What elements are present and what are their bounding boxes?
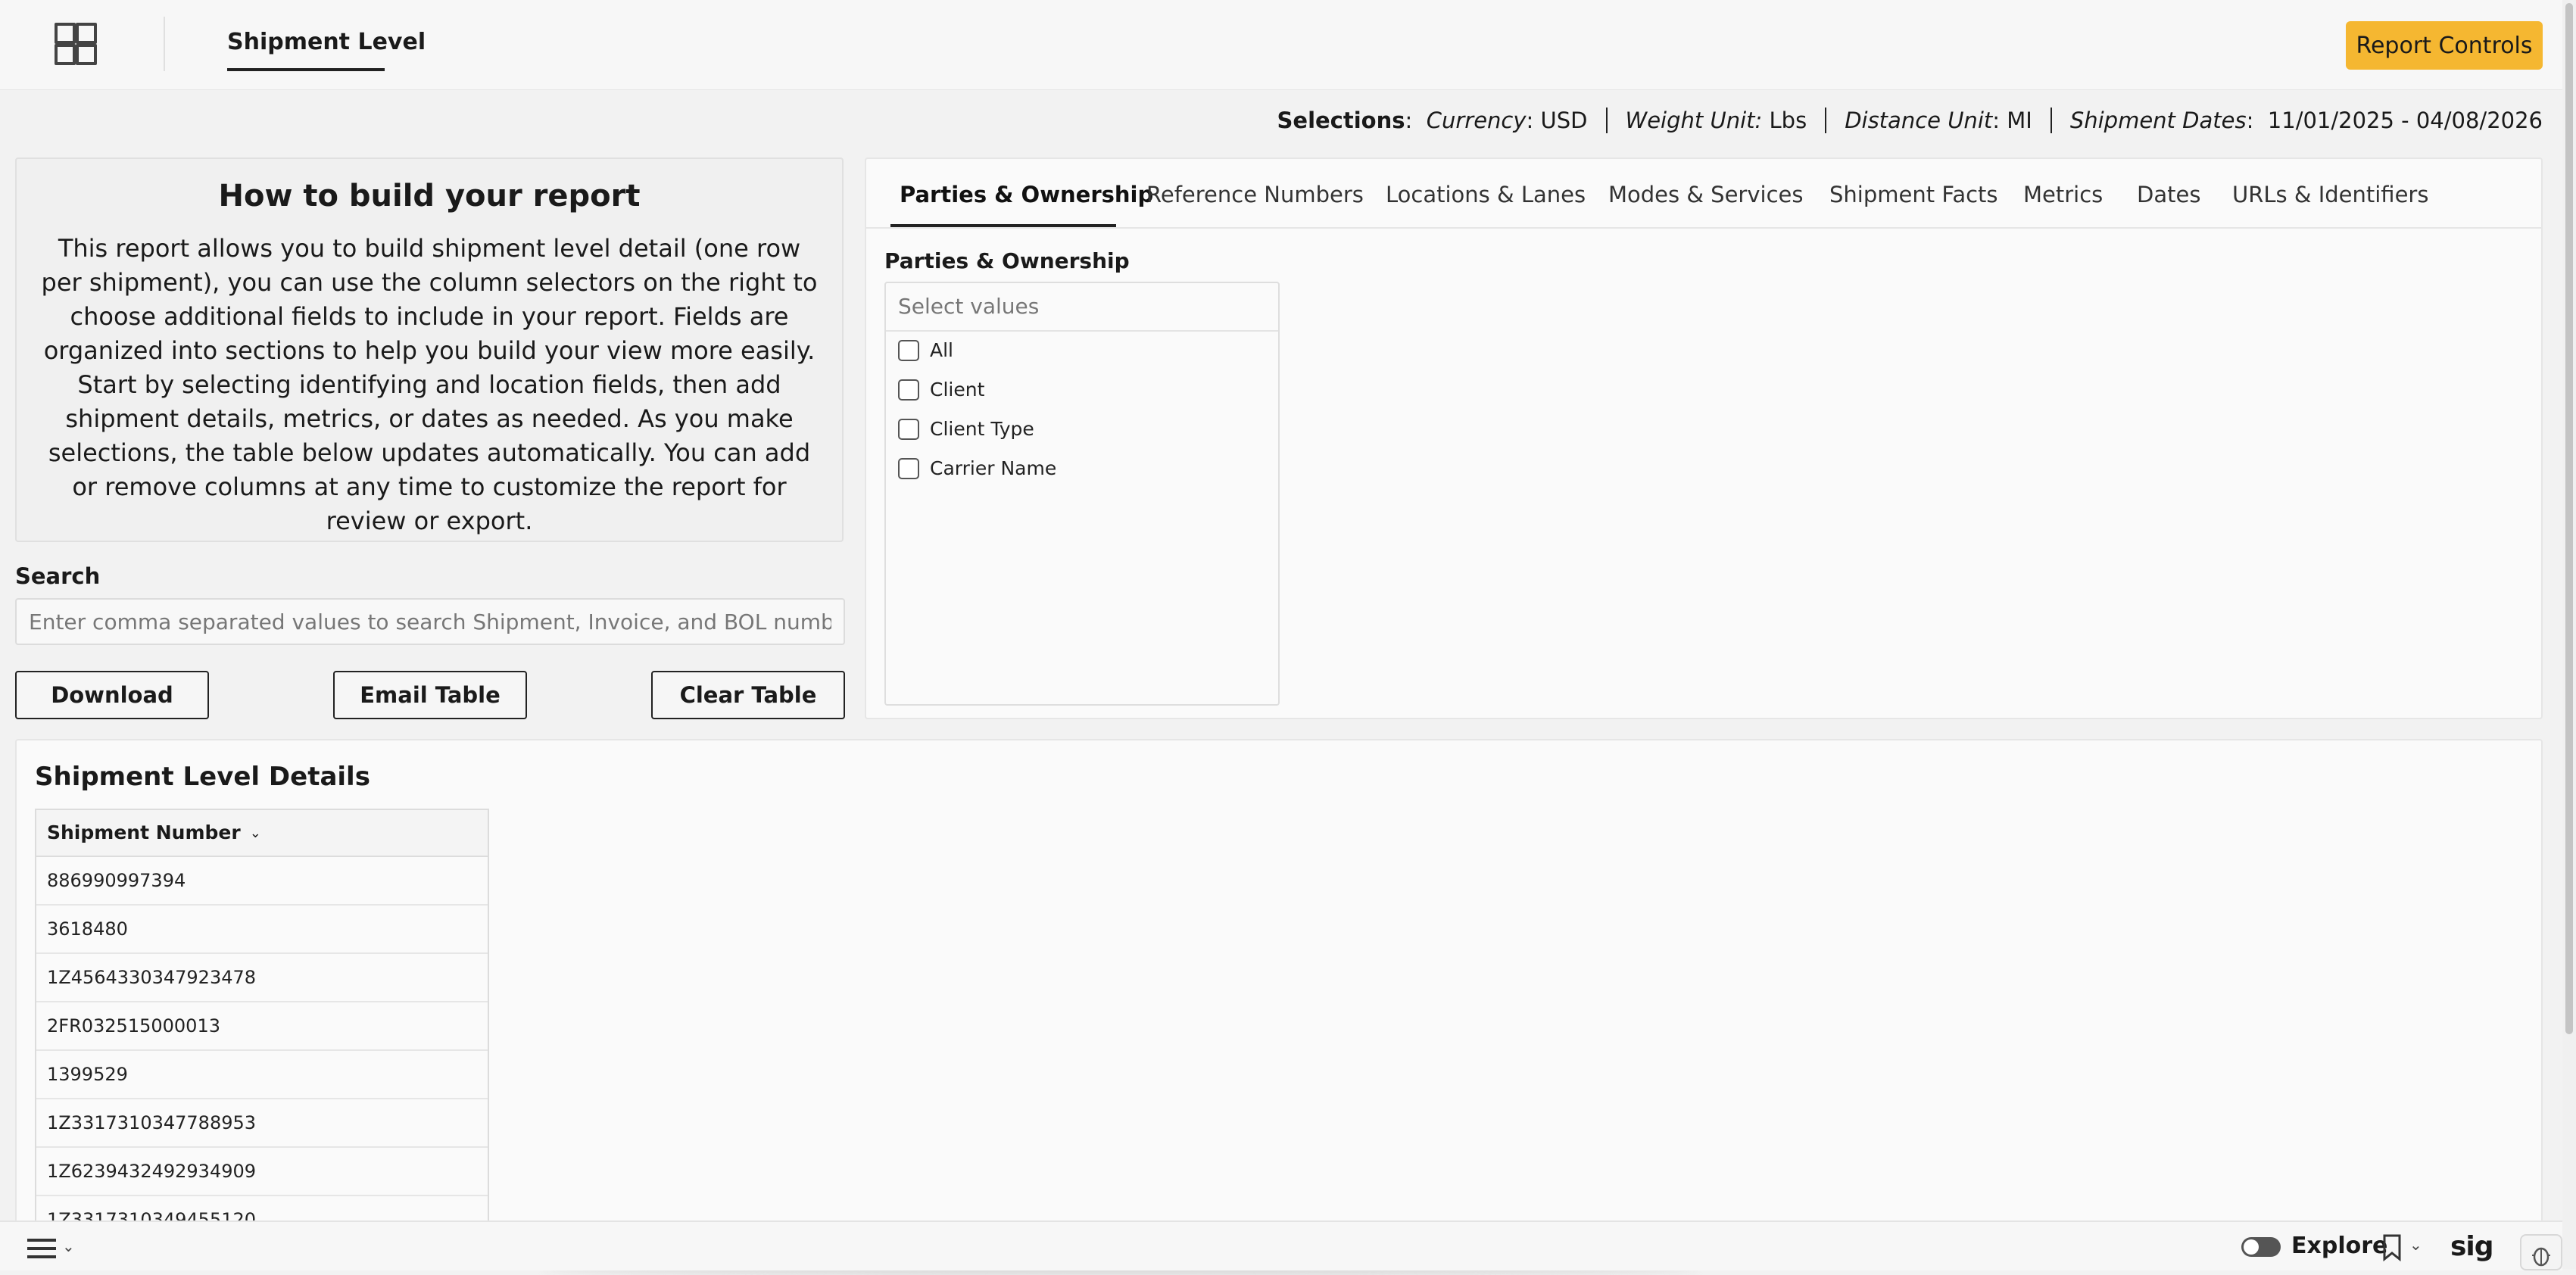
download-button[interactable]: Download [15,671,209,719]
option-all[interactable]: All [898,339,953,361]
table-row[interactable]: 1Z3317310347788953 [36,1099,488,1148]
option-label: Client Type [930,418,1034,440]
bottom-toolbar: ⌄ Explore ⌄ sig [0,1220,2562,1270]
section-title: Parties & Ownership [884,248,1130,273]
option-client-type[interactable]: Client Type [898,418,1034,440]
tab-dates[interactable]: Dates [2137,182,2200,207]
distance-unit-value: MI [2007,108,2032,133]
bug-report-button[interactable] [2520,1234,2562,1270]
option-client[interactable]: Client [898,379,984,401]
table-row[interactable]: 3618480 [36,906,488,954]
option-label: All [930,339,953,361]
column-header-shipment-number[interactable]: Shipment Number ⌄ [36,810,488,857]
bookmark-icon[interactable] [2382,1234,2402,1261]
shipment-dates-value: 11/01/2025 - 04/08/2026 [2267,108,2543,133]
brand-logo: sig [2450,1231,2494,1262]
vertical-scrollbar-thumb[interactable] [2565,3,2573,1034]
bug-icon [2532,1247,2550,1267]
selections-summary: Selections: Currency: USD Weight Unit: L… [1277,108,2543,133]
tab-modes-services[interactable]: Modes & Services [1608,182,1803,207]
tab-bar: Parties & Ownership Reference Numbers Lo… [866,159,2541,229]
select-values-input[interactable]: Select values [886,283,1278,332]
distance-unit-label: Distance Unit [1845,108,1993,133]
chevron-down-icon[interactable]: ⌄ [2409,1236,2422,1254]
top-bar: Shipment Level Report Controls [0,0,2562,90]
table-row[interactable]: 1Z6239432492934909 [36,1148,488,1196]
parties-ownership-listbox: Select values All Client Client Type Car… [884,282,1280,706]
table-row[interactable]: 2FR032515000013 [36,1002,488,1051]
active-tab-indicator [890,224,1116,227]
selections-label: Selections [1277,108,1405,133]
explore-label[interactable]: Explore [2291,1233,2387,1259]
report-controls-button[interactable]: Report Controls [2346,21,2543,70]
details-title: Shipment Level Details [35,762,370,792]
table-row[interactable]: 1399529 [36,1051,488,1099]
checkbox-icon[interactable] [898,379,919,401]
option-label: Client [930,379,985,401]
tab-urls-identifiers[interactable]: URLs & Identifiers [2232,182,2428,207]
search-label: Search [15,563,101,589]
how-to-title: How to build your report [218,179,641,214]
tab-parties-ownership[interactable]: Parties & Ownership [900,182,1153,207]
option-label: Carrier Name [930,457,1057,479]
explore-toggle-icon[interactable] [2241,1237,2281,1257]
checkbox-icon[interactable] [898,418,919,440]
option-carrier-name[interactable]: Carrier Name [898,457,1056,479]
table-row[interactable]: 1Z4564330347923478 [36,954,488,1002]
shipment-table: Shipment Number ⌄ 886990997394 3618480 1Z… [35,809,489,1222]
checkbox-icon[interactable] [898,457,919,479]
chevron-down-icon[interactable]: ⌄ [62,1237,75,1255]
column-header-label: Shipment Number [47,821,241,843]
table-row[interactable]: 1Z3317310349455120 [36,1196,488,1222]
shipment-dates-label: Shipment Dates [2069,108,2247,133]
checkbox-icon[interactable] [898,339,919,361]
how-to-card: How to build your report This report all… [15,157,844,542]
tab-locations-lanes[interactable]: Locations & Lanes [1386,182,1586,207]
chevron-down-icon[interactable]: ⌄ [250,811,261,856]
table-row[interactable]: 886990997394 [36,857,488,906]
shipment-level-details-card: Shipment Level Details Shipment Number ⌄ … [15,739,2543,1224]
weight-unit-label: Weight Unit: [1625,108,1763,133]
how-to-body: This report allows you to build shipment… [41,234,818,535]
weight-unit-value: Lbs [1769,108,1807,133]
active-page-indicator [227,68,385,71]
page-tab-shipment-level[interactable]: Shipment Level [227,29,426,55]
apps-grid-icon[interactable] [55,23,97,65]
hamburger-menu-icon[interactable] [27,1239,56,1258]
clear-table-button[interactable]: Clear Table [651,671,845,719]
email-table-button[interactable]: Email Table [333,671,527,719]
currency-label: Currency [1426,108,1527,133]
currency-value: USD [1540,108,1588,133]
divider [164,17,165,71]
tab-shipment-facts[interactable]: Shipment Facts [1829,182,1998,207]
search-input[interactable] [15,598,845,645]
column-selector-panel: Parties & Ownership Reference Numbers Lo… [865,157,2543,719]
tab-metrics[interactable]: Metrics [2023,182,2103,207]
tab-reference-numbers[interactable]: Reference Numbers [1146,182,1364,207]
